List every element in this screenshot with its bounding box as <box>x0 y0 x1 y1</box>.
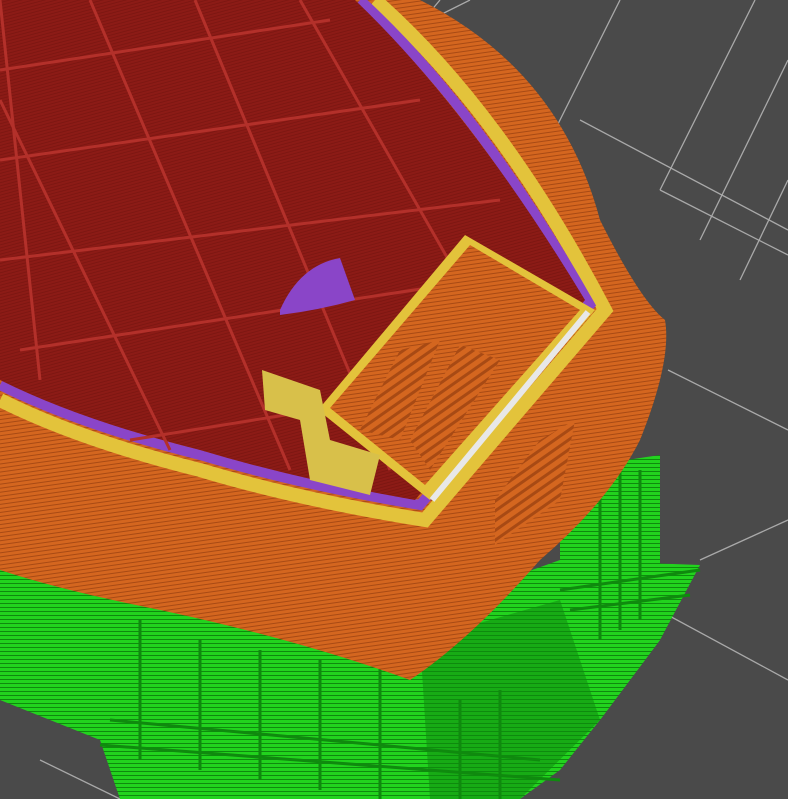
gcode-preview-viewport[interactable] <box>0 0 788 799</box>
